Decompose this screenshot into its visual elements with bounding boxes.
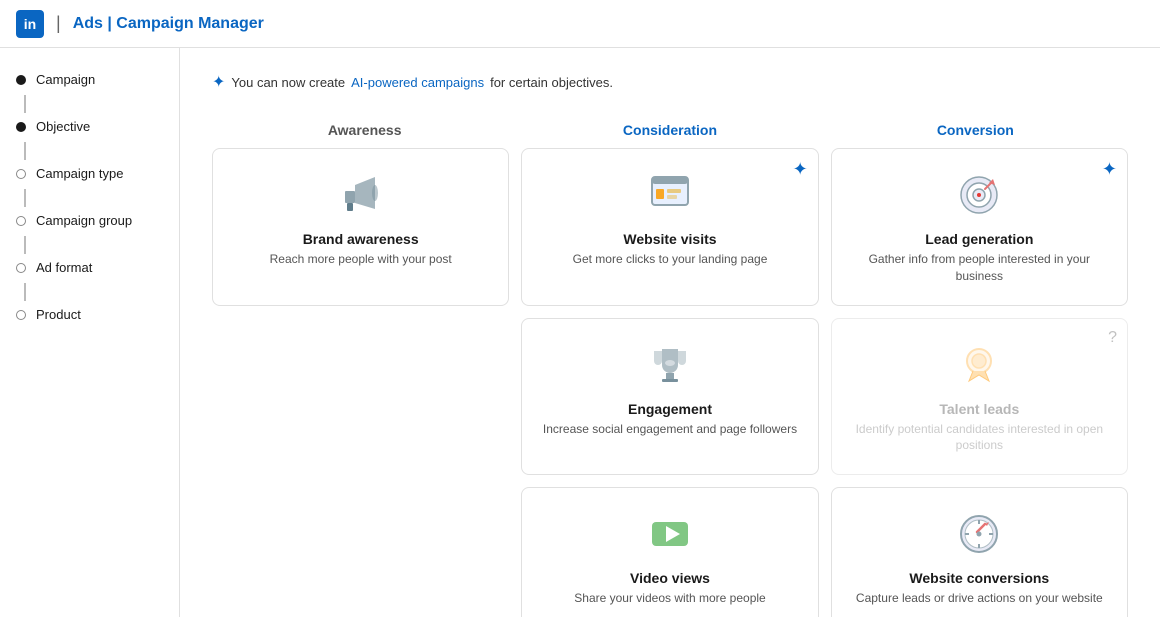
card-engagement[interactable]: Engagement Increase social engagement an… xyxy=(521,318,818,476)
card-talent-leads[interactable]: ? Talent leads Identify potential candid… xyxy=(831,318,1128,476)
card-website-visits[interactable]: ✦ Website visits Get more clicks to your… xyxy=(521,148,818,306)
ai-banner-star-icon: ✦ xyxy=(212,72,225,92)
sidebar-connector-2 xyxy=(0,142,179,158)
category-conversion: Conversion xyxy=(823,112,1128,148)
talent-leads-title: Talent leads xyxy=(939,401,1019,417)
card-website-conversions[interactable]: Website conversions Capture leads or dri… xyxy=(831,487,1128,617)
sidebar-item-objective[interactable]: Objective xyxy=(0,111,179,142)
sidebar-label-campaign-type: Campaign type xyxy=(36,166,123,181)
sidebar-dot-campaign xyxy=(16,75,26,85)
sidebar-item-ad-format[interactable]: Ad format xyxy=(0,252,179,283)
sidebar-dot-campaign-group xyxy=(16,216,26,226)
empty-awareness-row2 xyxy=(212,318,509,476)
video-icon xyxy=(644,508,696,560)
sidebar-item-campaign[interactable]: Campaign xyxy=(0,64,179,95)
trophy-icon xyxy=(644,339,696,391)
sidebar-line-4 xyxy=(24,236,26,254)
sidebar-connector-3 xyxy=(0,189,179,205)
ribbon-icon xyxy=(953,339,1005,391)
target-icon xyxy=(953,169,1005,221)
website-visits-title: Website visits xyxy=(623,231,716,247)
ai-banner: ✦ You can now create AI-powered campaign… xyxy=(212,72,1128,92)
sidebar-line-1 xyxy=(24,95,26,113)
video-views-desc: Share your videos with more people xyxy=(574,590,765,607)
talent-leads-badge-question: ? xyxy=(1108,329,1117,347)
sidebar-label-campaign-group: Campaign group xyxy=(36,213,132,228)
cards-row-2: Engagement Increase social engagement an… xyxy=(212,318,1128,476)
sidebar-line-3 xyxy=(24,189,26,207)
category-consideration: Consideration xyxy=(517,112,822,148)
main-layout: Campaign Objective Campaign type Campaig… xyxy=(0,48,1160,617)
website-visits-desc: Get more clicks to your landing page xyxy=(573,251,768,268)
video-views-title: Video views xyxy=(630,570,710,586)
main-content: ✦ You can now create AI-powered campaign… xyxy=(180,48,1160,617)
sidebar-item-campaign-type[interactable]: Campaign type xyxy=(0,158,179,189)
sidebar-item-campaign-group[interactable]: Campaign group xyxy=(0,205,179,236)
engagement-desc: Increase social engagement and page foll… xyxy=(543,421,797,438)
sidebar-dot-campaign-type xyxy=(16,169,26,179)
sidebar-line-5 xyxy=(24,283,26,301)
lead-generation-title: Lead generation xyxy=(925,231,1033,247)
card-lead-generation[interactable]: ✦ Lead generation Gather info from peopl… xyxy=(831,148,1128,306)
category-awareness: Awareness xyxy=(212,112,517,148)
linkedin-logo: in xyxy=(16,10,44,38)
sidebar-line-2 xyxy=(24,142,26,160)
card-brand-awareness[interactable]: Brand awareness Reach more people with y… xyxy=(212,148,509,306)
sidebar-label-ad-format: Ad format xyxy=(36,260,92,275)
website-visits-badge-star: ✦ xyxy=(793,159,808,180)
sidebar-dot-product xyxy=(16,310,26,320)
cards-row-3: Video views Share your videos with more … xyxy=(212,487,1128,617)
category-headers: Awareness Consideration Conversion xyxy=(212,112,1128,148)
sidebar-label-campaign: Campaign xyxy=(36,72,95,87)
cursor-icon xyxy=(644,169,696,221)
website-conversions-title: Website conversions xyxy=(909,570,1049,586)
sidebar-label-objective: Objective xyxy=(36,119,90,134)
talent-leads-desc: Identify potential candidates interested… xyxy=(848,421,1111,455)
brand-awareness-desc: Reach more people with your post xyxy=(270,251,452,268)
brand-awareness-title: Brand awareness xyxy=(303,231,419,247)
sidebar-connector-1 xyxy=(0,95,179,111)
sidebar-connector-4 xyxy=(0,236,179,252)
card-video-views[interactable]: Video views Share your videos with more … xyxy=(521,487,818,617)
sidebar-dot-objective xyxy=(16,122,26,132)
sidebar-item-product[interactable]: Product xyxy=(0,299,179,330)
engagement-title: Engagement xyxy=(628,401,712,417)
lead-generation-desc: Gather info from people interested in yo… xyxy=(848,251,1111,285)
sidebar-connector-5 xyxy=(0,283,179,299)
header-divider: | xyxy=(56,13,61,34)
ai-banner-text: You can now create xyxy=(231,75,345,90)
empty-awareness-row3 xyxy=(212,487,509,617)
ai-banner-text-after: for certain objectives. xyxy=(490,75,613,90)
sidebar: Campaign Objective Campaign type Campaig… xyxy=(0,48,180,617)
header-title: Ads | Campaign Manager xyxy=(73,15,264,33)
cards-row-1: Brand awareness Reach more people with y… xyxy=(212,148,1128,306)
sidebar-dot-ad-format xyxy=(16,263,26,273)
website-conversions-desc: Capture leads or drive actions on your w… xyxy=(856,590,1103,607)
sidebar-label-product: Product xyxy=(36,307,81,322)
megaphone-icon xyxy=(335,169,387,221)
header: in | Ads | Campaign Manager xyxy=(0,0,1160,48)
lead-generation-badge-star: ✦ xyxy=(1102,159,1117,180)
ai-powered-campaigns-link[interactable]: AI-powered campaigns xyxy=(351,75,484,90)
compass-icon xyxy=(953,508,1005,560)
